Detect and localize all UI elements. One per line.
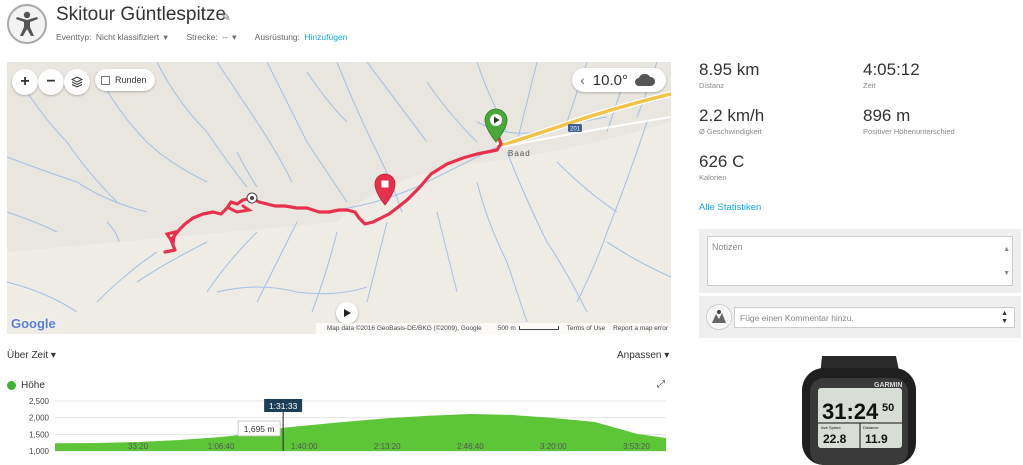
device-brand: GARMIN [874, 382, 902, 389]
elevation-chart[interactable]: 2,500 2,000 1,500 1,000 33:20 1:06:40 1:40:00 2… [0, 392, 672, 465]
speed-label: Ø Geschwindigkeit [699, 127, 762, 136]
elevation-gain-value: 896 m [863, 106, 911, 125]
x-tick-label: 1:06:40 [208, 442, 235, 451]
play-icon [344, 309, 351, 317]
stat-calories: 626 C Kalorien [699, 152, 744, 182]
stat-distance: 8.95 km Distanz [699, 60, 759, 90]
user-avatar [706, 304, 732, 330]
end-pin-icon[interactable] [374, 173, 396, 206]
device-time-seconds: 50 [882, 402, 894, 414]
map-attribution: Map data ©2016 GeoBasis-DE/BKG (©2009), … [315, 323, 671, 334]
y-tick-label: 2,000 [29, 414, 50, 423]
x-axis-mode-dropdown[interactable]: Über Zeit ▾ [7, 350, 56, 361]
x-tick-label: 2:46:40 [457, 442, 484, 451]
place-label: Baad [508, 149, 531, 158]
report-map-error-link[interactable]: Report a map error [613, 325, 668, 332]
zoom-in-button[interactable]: + [12, 69, 38, 95]
device-time: 31:24 [822, 399, 879, 424]
runden-label: Runden [115, 75, 147, 85]
x-tick-label: 3:53:20 [623, 442, 650, 451]
terms-link[interactable]: Terms of Use [567, 325, 605, 332]
stat-speed: 2.2 km/h Ø Geschwindigkeit [699, 106, 764, 136]
x-tick-label: 3:20:00 [540, 442, 567, 451]
route-dropdown[interactable]: -- ▾ [222, 32, 236, 42]
comment-stepper-icon[interactable]: ▲ ▼ [1001, 310, 1008, 326]
edit-pencil-icon[interactable]: ✎ [221, 10, 231, 24]
device-left-caption: Ave Speed [821, 425, 841, 430]
comment-panel: Füge einen Kommentar hinzu. ▲ ▼ [699, 296, 1021, 338]
device-right-caption: Distance [863, 425, 879, 430]
gear-label: Ausrüstung: [254, 32, 301, 42]
map-scale-label: 500 m [490, 325, 559, 332]
device-right-value: 11.9 [865, 432, 888, 446]
notes-placeholder: Notizen [712, 242, 743, 252]
zoom-out-button[interactable]: − [38, 69, 64, 95]
person-icon [16, 11, 38, 36]
speed-value: 2.2 km/h [699, 106, 765, 125]
gear-add-link[interactable]: Hinzufügen [304, 32, 347, 42]
temperature-value: 10.0° [592, 71, 628, 89]
weather-widget[interactable]: ‹ 10.0° [572, 68, 666, 92]
time-value: 4:05:12 [863, 60, 920, 79]
comment-input[interactable]: Füge einen Kommentar hinzu. ▲ ▼ [734, 307, 1015, 328]
cloud-icon [635, 73, 656, 86]
all-stats-link[interactable]: Alle Statistiken [699, 202, 761, 213]
stat-elevation-gain: 896 m Positiver Höhenunterschied [863, 106, 955, 136]
user-photo-icon [708, 306, 730, 328]
layers-icon[interactable] [64, 69, 90, 95]
customize-dropdown[interactable]: Anpassen ▾ [617, 350, 669, 361]
play-route-button[interactable] [336, 302, 358, 324]
device-image: GARMIN 31:24 50 Ave Speed Distance 22.8 … [802, 356, 916, 465]
expand-icon[interactable]: ⤢ [657, 379, 665, 390]
y-tick-label: 1,000 [29, 447, 50, 456]
map-data-text: Map data ©2016 GeoBasis-DE/BKG (©2009), … [326, 325, 482, 332]
x-tick-label: 2:13:20 [374, 442, 401, 451]
map-terrain: 201 Baad [7, 62, 671, 323]
elevation-gain-label: Positiver Höhenunterschied [863, 127, 955, 136]
activity-title[interactable]: Skitour Güntlespitze [56, 4, 226, 26]
x-tick-label: 1:40:00 [291, 442, 318, 451]
calories-value: 626 C [699, 152, 745, 171]
y-tick-label: 1,500 [29, 430, 50, 439]
distance-label: Distanz [699, 81, 725, 90]
google-logo[interactable]: Google [11, 316, 56, 331]
activity-meta: Eventtyp: Nicht klassifiziert ▾ Strecke:… [56, 32, 349, 43]
route-label: Strecke: [186, 32, 218, 42]
runden-toggle[interactable]: Runden [95, 69, 155, 91]
distance-value: 8.95 km [699, 60, 760, 79]
cursor-time-label: 1:31:33 [269, 401, 298, 411]
event-type-label: Eventtyp: [56, 32, 92, 42]
road-number-label: 201 [570, 127, 581, 133]
notes-scroll-arrows[interactable]: ▲ ▼ [1003, 244, 1010, 280]
legend-dot [7, 381, 16, 390]
runden-checkbox[interactable] [101, 75, 110, 85]
chart-legend[interactable]: Höhe [7, 380, 45, 391]
x-tick-label: 33:20 [128, 442, 149, 451]
calories-label: Kalorien [699, 173, 727, 182]
notes-panel: Notizen ▲ ▼ [699, 229, 1021, 293]
y-tick-label: 2,500 [29, 397, 50, 406]
notes-textarea[interactable]: Notizen ▲ ▼ [707, 236, 1013, 286]
device-left-value: 22.8 [823, 432, 847, 446]
event-type-dropdown[interactable]: Nicht klassifiziert ▾ [96, 32, 168, 42]
route-map[interactable]: 201 Baad + − Runden ‹ 10.0° Google Map d… [7, 62, 671, 334]
activity-type-avatar [7, 4, 47, 44]
chevron-left-icon[interactable]: ‹ [580, 72, 585, 88]
time-label: Zeit [863, 81, 876, 90]
stat-time: 4:05:12 Zeit [863, 60, 920, 90]
comment-placeholder: Füge einen Kommentar hinzu. [740, 313, 854, 323]
legend-label: Höhe [21, 380, 45, 391]
cursor-value-label: 1,695 m [244, 424, 275, 434]
